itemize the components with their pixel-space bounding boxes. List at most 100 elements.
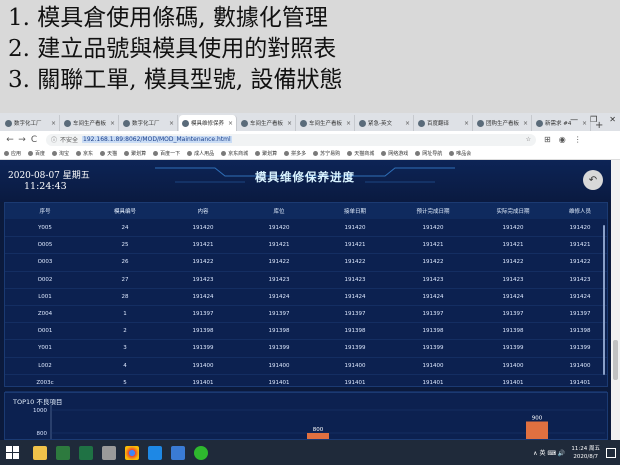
tray-icons[interactable]: ∧ 英 ⌨ 🔊 [533,448,565,457]
menu-icon[interactable]: ⋮ [574,135,582,144]
chart-bar[interactable] [307,433,329,440]
table-row[interactable]: L002 4 191400 191400 191400 191400 191400 19140… [5,358,607,375]
browser-tab[interactable]: 数字化工厂 × [2,115,60,131]
column-header[interactable]: 接单日期 [317,207,393,215]
table-row[interactable]: O005 25 191421 191421 191421 191421 191421 1914… [5,237,607,255]
column-header[interactable]: 维修人员 [553,207,607,215]
column-header[interactable]: 预计完成日期 [393,207,473,215]
table-cell: 191401 [422,379,444,386]
table-row[interactable]: Y005 24 191420 191420 191420 191420 191420 1914… [5,220,607,238]
table-row[interactable]: Y001 3 191399 191399 191399 191399 191399 19139… [5,340,607,358]
notification-icon[interactable] [606,447,616,458]
address-bar[interactable]: ⓘ 不安全 192.168.1.89:8062/MOD/MOD_Maintena… [46,133,536,146]
dashboard-header: 2020-08-07 星期五 11:24:43 模具维修保养进度 ↶ [0,160,611,202]
bookmark-icon [415,151,421,156]
close-window-button[interactable]: ✕ [609,115,616,124]
page-scroll-thumb[interactable] [613,340,618,380]
url-text[interactable]: 192.168.1.89:8062/MOD/MOD_Maintenance.ht… [82,136,232,143]
windows-start-icon[interactable] [6,445,24,460]
browser-tab[interactable]: 数字化工厂 × [120,115,178,131]
column-header[interactable]: 序号 [5,207,85,215]
bookmark-item[interactable]: 京东 [76,150,93,157]
bookmark-icon [221,151,227,156]
column-header[interactable]: 实际完成日期 [473,207,553,215]
browser-tab-active[interactable]: 模具维修保养 × [179,115,237,131]
table-cell: 191422 [422,259,444,266]
table-cell: 1 [123,311,127,318]
table-row[interactable]: L001 28 191424 191424 191424 191424 191424 1914… [5,289,607,306]
maximize-button[interactable]: ❐ [590,115,597,124]
bookmark-item[interactable]: 苏宁易购 [313,150,340,157]
minimize-button[interactable]: — [570,115,578,124]
column-header[interactable]: 库位 [241,207,317,215]
bookmark-item[interactable]: 百度 [28,150,45,157]
browser-tab[interactable]: 车间生产看板 × [238,115,296,131]
browser-tab[interactable]: 车间生产看板 × [297,115,355,131]
bookmark-item[interactable]: 京东商城 [221,150,248,157]
tab-close-icon[interactable]: × [523,120,528,127]
file-explorer-icon[interactable] [33,445,47,460]
bookmark-item[interactable]: 淘宝 [52,150,69,157]
page-scrollbar[interactable] [611,160,620,440]
back-nav-button[interactable]: ← [4,135,16,145]
chart-bar[interactable] [526,421,548,441]
messenger-icon[interactable] [148,445,162,460]
extensions-icon[interactable]: ⊞ [544,135,551,144]
bookmark-icon [76,151,82,156]
bullet-3: 3. 關聯工單, 模具型號, 設備狀態 [8,67,343,93]
bookmark-star-icon[interactable]: ☆ [526,136,531,143]
wechat-icon[interactable] [194,445,208,460]
browser-tab[interactable]: 团购生产看板 × [474,115,532,131]
bookmark-item[interactable]: 天猫商城 [347,150,374,157]
table-cell: 191398 [268,328,290,335]
browser-tab[interactable]: 百度翻译 × [415,115,473,131]
table-cell: 191397 [268,311,290,318]
spreadsheet-icon[interactable] [79,445,93,460]
table-row[interactable]: Z004 1 191397 191397 191397 191397 191397 19139… [5,306,607,324]
profile-icon[interactable]: ◉ [559,135,566,144]
tab-close-icon[interactable]: × [51,120,56,127]
bookmark-item[interactable]: 拼多多 [284,150,306,157]
tab-close-icon[interactable]: × [169,120,174,127]
table-row[interactable]: Z003c 5 191401 191401 191401 191401 191401 1914… [5,375,607,392]
forward-nav-button[interactable]: → [16,135,28,145]
bookmark-item[interactable]: 应用 [4,150,21,157]
bookmark-icon [153,151,159,156]
table-cell: 191398 [569,328,591,335]
table-cell: 27 [121,276,129,283]
table-cell: 191397 [192,311,214,318]
bookmark-item[interactable]: 百度一下 [153,150,180,157]
bookmark-item[interactable]: 聚划算 [124,150,146,157]
bookmark-item[interactable]: 聚划算 [255,150,277,157]
tab-close-icon[interactable]: × [346,120,351,127]
bookmark-item[interactable]: 成人用品 [187,150,214,157]
bookmark-item[interactable]: 网址导航 [415,150,442,157]
bookmark-icon [4,151,9,156]
chrome-icon[interactable] [125,445,139,460]
table-row[interactable]: O002 27 191423 191423 191423 191423 191423 1914… [5,272,607,289]
tools-icon[interactable] [102,445,116,460]
taskbar-clock[interactable]: 11:24 周五 2020/8/7 [571,445,600,461]
tab-close-icon[interactable]: × [228,120,233,127]
column-header[interactable]: 模具编号 [85,207,165,215]
excel-icon[interactable] [56,445,70,460]
tab-close-icon[interactable]: × [464,120,469,127]
back-button[interactable]: ↶ [583,170,603,190]
table-cell: 191424 [192,293,214,300]
column-header[interactable]: 内容 [165,207,241,215]
table-row[interactable]: O001 2 191398 191398 191398 191398 191398 19139… [5,323,607,341]
table-cell: 191401 [344,379,366,386]
table-row[interactable]: O003 26 191422 191422 191422 191422 191422 1914… [5,254,607,272]
tab-close-icon[interactable]: × [110,120,115,127]
bookmark-item[interactable]: 唯品会 [449,150,471,157]
browser-tab[interactable]: 车间生产看板 × [61,115,119,131]
bookmark-item[interactable]: 网络游戏 [381,150,408,157]
reload-button[interactable]: C [28,135,40,145]
tab-close-icon[interactable]: × [405,120,410,127]
browser-tab[interactable]: 紧急-英文 × [356,115,414,131]
browser-app-icon[interactable] [171,445,185,460]
chart-title: TOP10 不良項目 [13,398,63,406]
tab-close-icon[interactable]: × [287,120,292,127]
bookmark-item[interactable]: 天猫 [100,150,117,157]
table-scrollbar[interactable] [603,225,605,375]
